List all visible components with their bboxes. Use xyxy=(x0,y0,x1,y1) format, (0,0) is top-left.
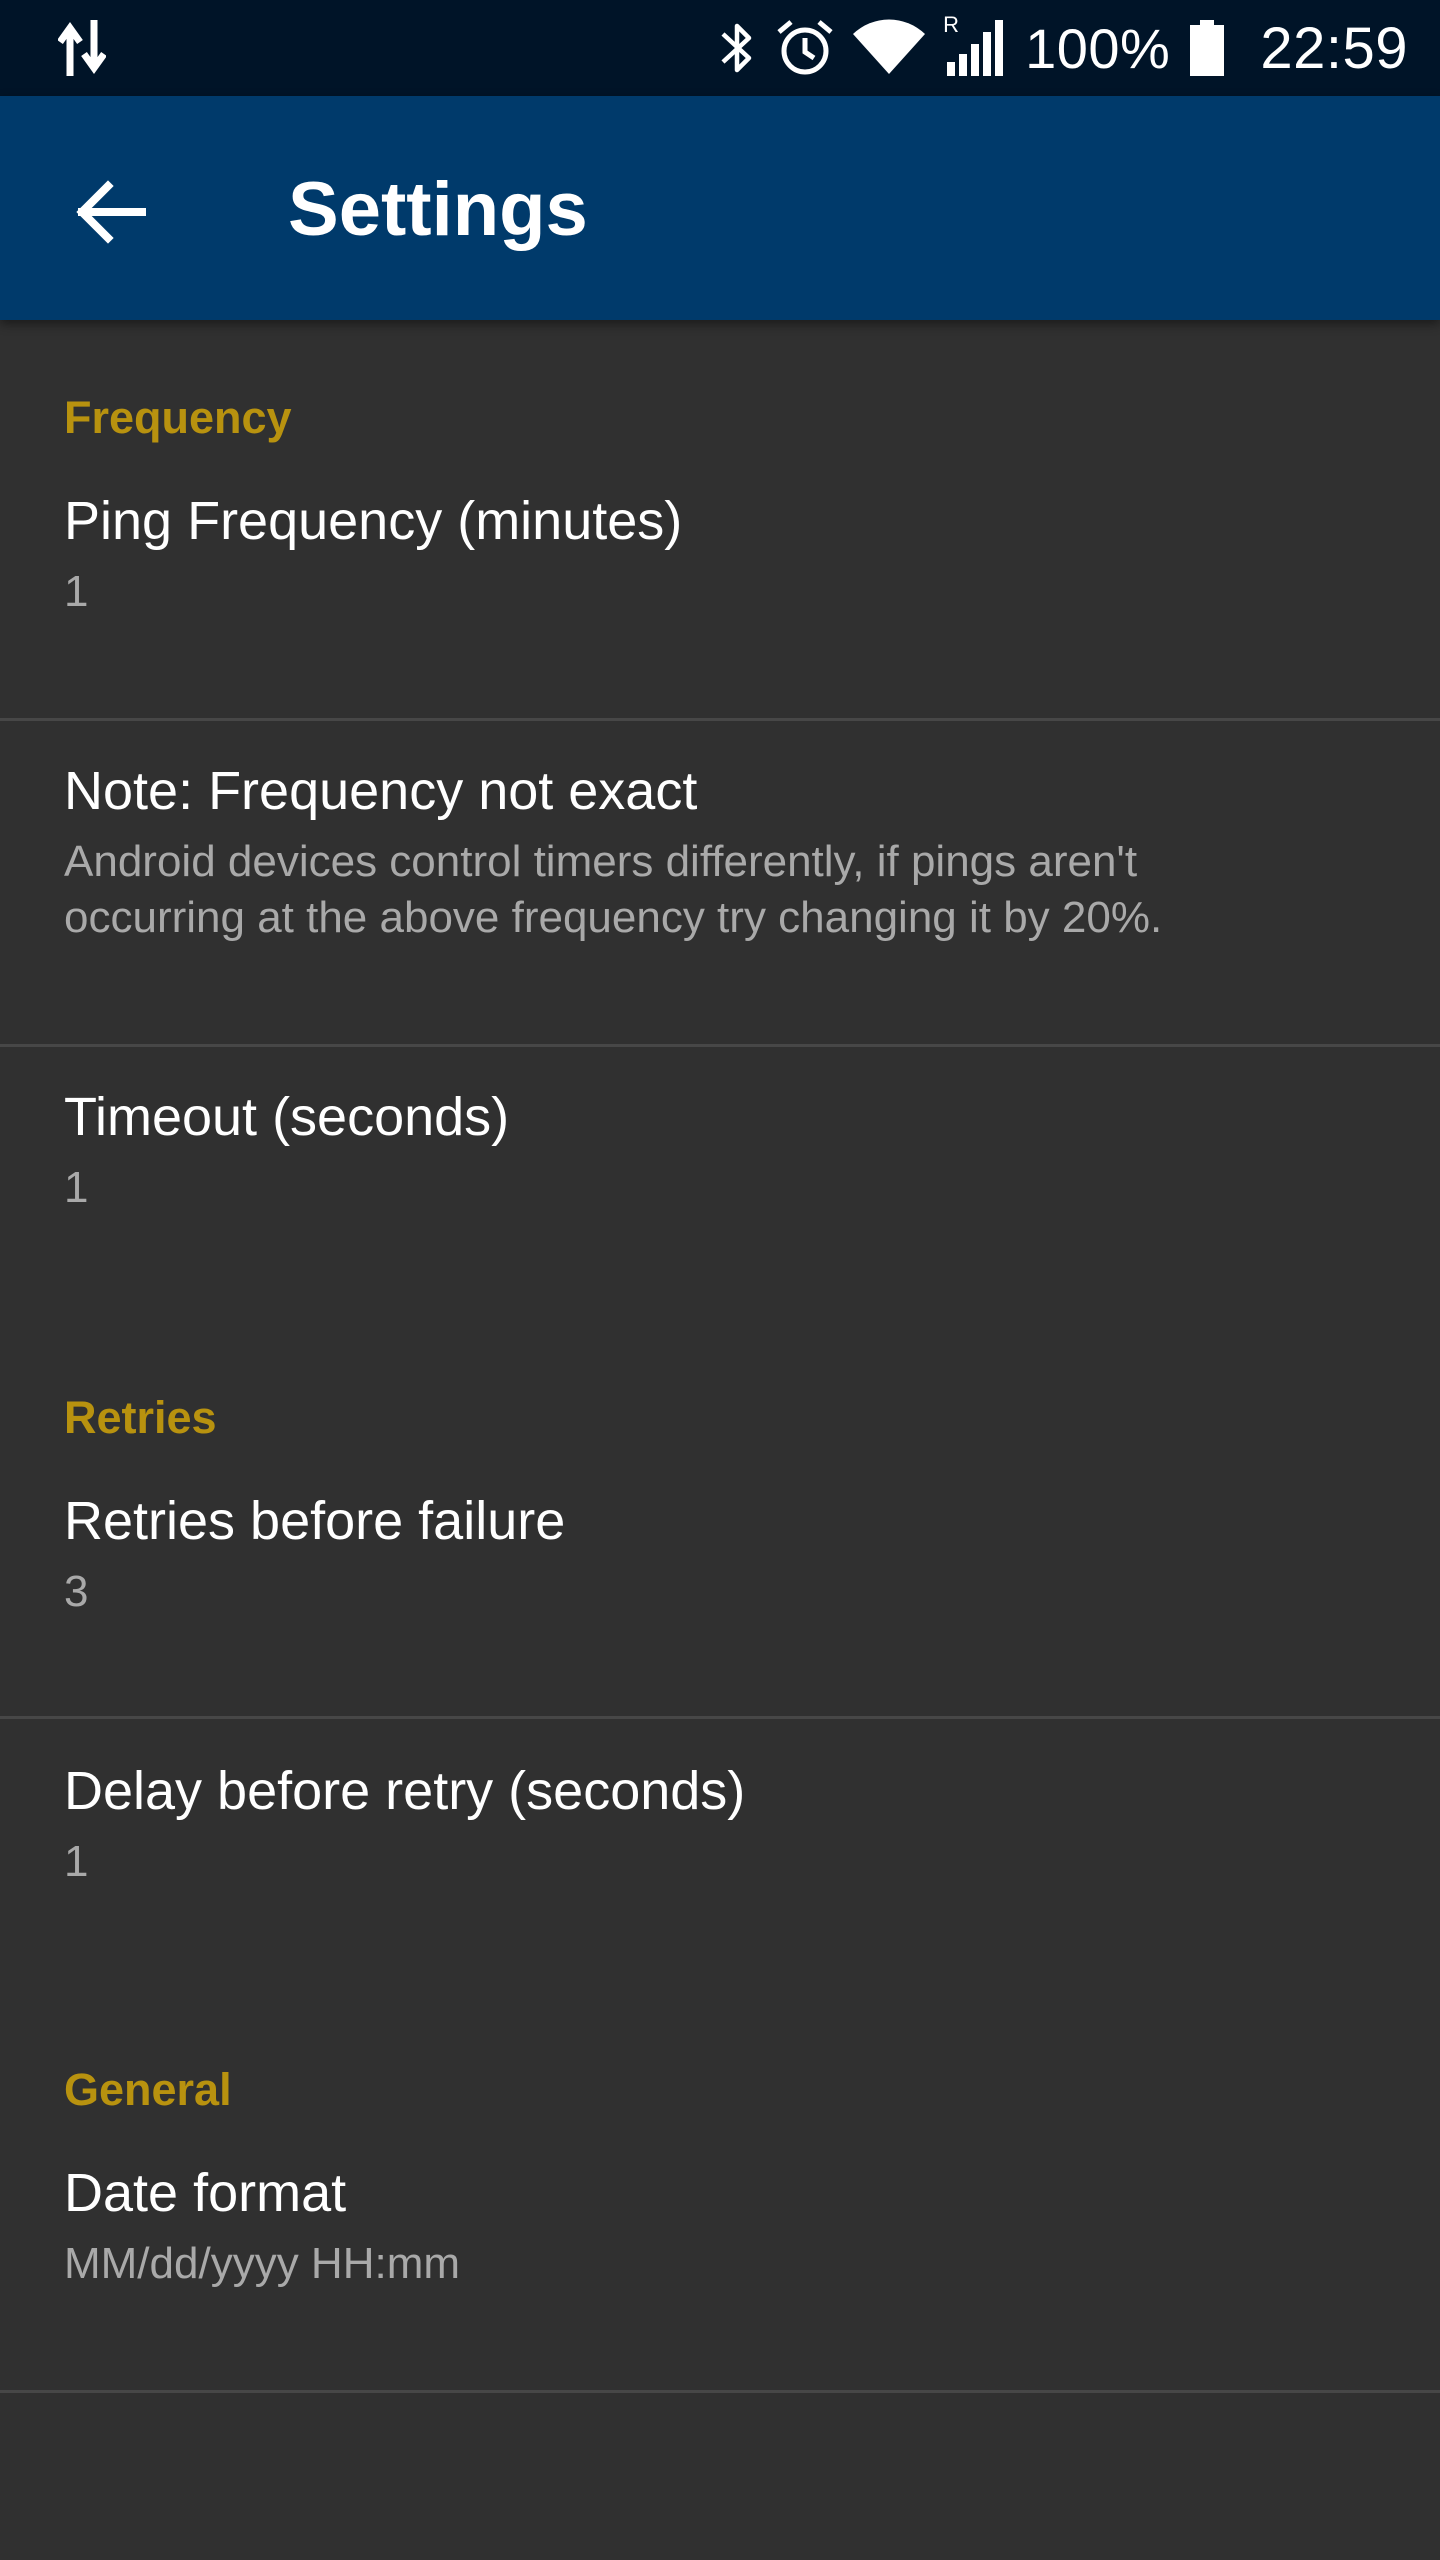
alarm-icon xyxy=(777,20,833,75)
data-transfer-icon xyxy=(58,20,106,76)
pref-summary-line2: occurring at the above frequency try cha… xyxy=(64,893,1163,942)
pref-summary-line1: Android devices control timers different… xyxy=(64,837,1138,886)
pref-summary: MM/dd/yyyy HH:mm xyxy=(64,2239,460,2288)
app-bar xyxy=(0,96,1440,320)
pref-title: Delay before retry (seconds) xyxy=(64,1761,746,1821)
divider xyxy=(0,718,1440,721)
pref-delay-before-retry[interactable]: Delay before retry (seconds) 1 xyxy=(0,1760,1440,1960)
page-title: Settings xyxy=(288,167,588,252)
category-general: General xyxy=(64,2064,232,2115)
category-frequency: Frequency xyxy=(64,392,292,443)
pref-title: Retries before failure xyxy=(64,1491,566,1551)
pref-ping-frequency[interactable]: Ping Frequency (minutes) 1 xyxy=(0,490,1440,720)
status-bar: R 100% 22:59 xyxy=(0,0,1440,96)
pref-date-format[interactable]: Date format MM/dd/yyyy HH:mm xyxy=(0,2162,1440,2392)
back-button[interactable] xyxy=(62,164,158,260)
pref-summary: 1 xyxy=(64,567,89,616)
pref-note-frequency[interactable]: Note: Frequency not exact Android device… xyxy=(0,760,1440,1026)
pref-timeout[interactable]: Timeout (seconds) 1 xyxy=(0,1086,1440,1286)
divider xyxy=(0,1716,1440,1719)
category-retries: Retries xyxy=(64,1392,217,1443)
pref-summary: 1 xyxy=(64,1163,89,1212)
arrow-back-icon xyxy=(76,180,146,244)
bluetooth-icon xyxy=(721,23,752,73)
divider xyxy=(0,1044,1440,1047)
pref-summary: 1 xyxy=(64,1837,89,1886)
pref-title: Date format xyxy=(64,2163,347,2223)
battery-percent: 100% xyxy=(1025,16,1171,80)
divider xyxy=(0,2390,1440,2393)
pref-title: Timeout (seconds) xyxy=(64,1087,510,1147)
signal-roaming-icon: R xyxy=(943,12,1007,78)
pref-summary: 3 xyxy=(64,1567,89,1616)
pref-title: Note: Frequency not exact xyxy=(64,761,698,821)
pref-title: Ping Frequency (minutes) xyxy=(64,491,683,551)
clock: 22:59 xyxy=(1260,15,1408,81)
wifi-icon xyxy=(853,19,926,75)
battery-icon xyxy=(1190,20,1225,76)
pref-retries-before-failure[interactable]: Retries before failure 3 xyxy=(0,1490,1440,1720)
